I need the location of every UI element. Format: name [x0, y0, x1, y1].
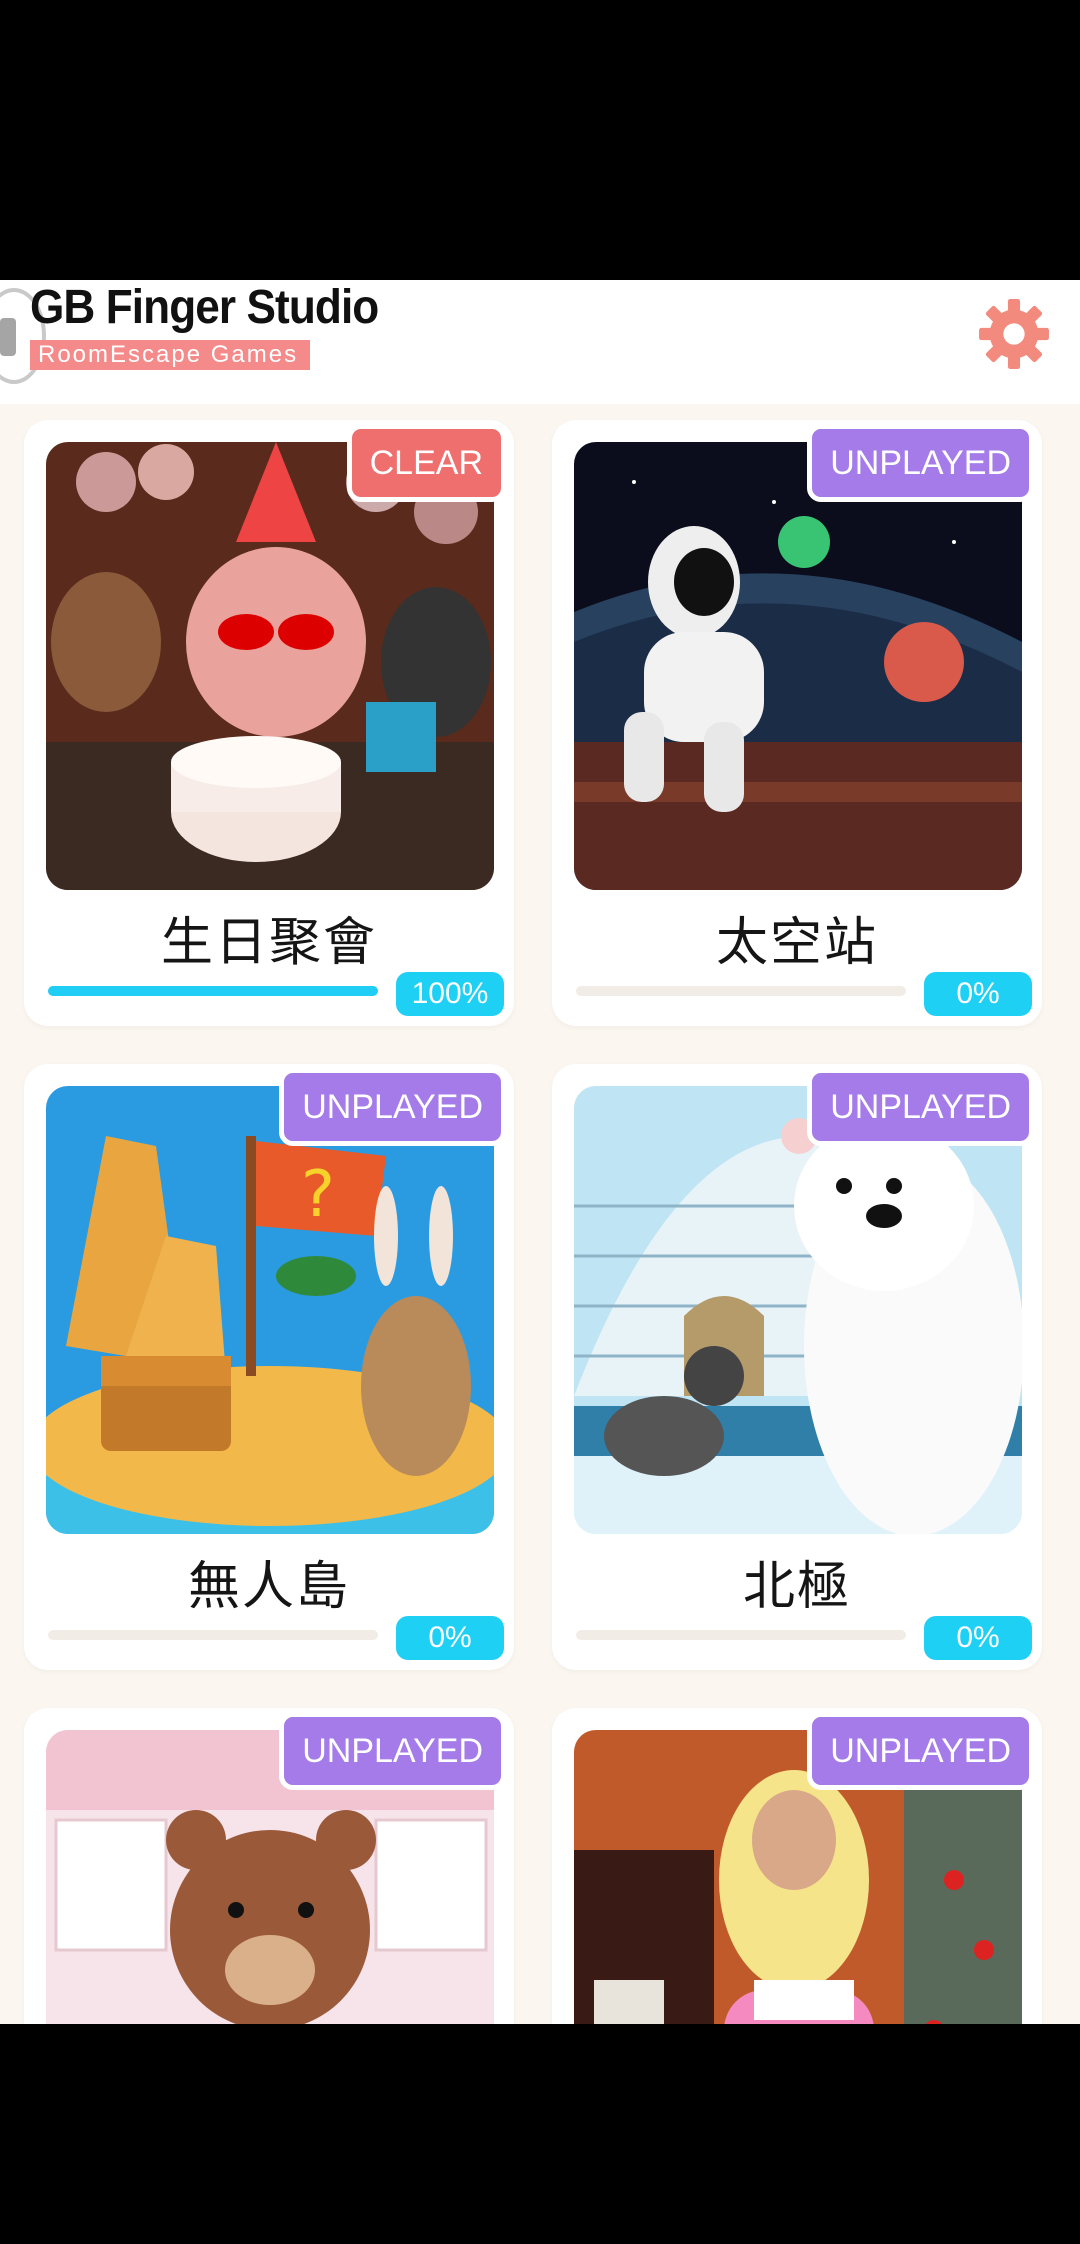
- progress-label: 0%: [396, 1616, 504, 1660]
- game-title: 生日聚會: [160, 914, 377, 972]
- app-header: GB Finger Studio RoomEscape Games: [0, 280, 1080, 404]
- progress-fill: [48, 986, 378, 996]
- progress-label: 100%: [396, 972, 504, 1016]
- progress-bar: [48, 986, 378, 996]
- gear-icon[interactable]: [976, 296, 1052, 372]
- status-badge: UNPLAYED: [807, 1068, 1034, 1146]
- status-badge: UNPLAYED: [279, 1712, 506, 1790]
- game-card-space-station[interactable]: UNPLAYED 太空站 0%: [552, 420, 1042, 1026]
- game-card-arctic[interactable]: UNPLAYED 北極 0%: [552, 1064, 1042, 1670]
- game-card-princess[interactable]: UNPLAYED: [552, 1708, 1042, 2024]
- status-badge: UNPLAYED: [807, 1712, 1034, 1790]
- status-bar: [0, 0, 1080, 280]
- game-title: 無人島: [187, 1558, 350, 1616]
- game-card-birthday[interactable]: CLEAR 生日聚會 100%: [24, 420, 514, 1026]
- game-thumbnail: [574, 1086, 1022, 1534]
- progress-label: 0%: [924, 972, 1032, 1016]
- game-title: 北極: [742, 1558, 851, 1616]
- progress-label: 0%: [924, 1616, 1032, 1660]
- status-badge: UNPLAYED: [279, 1068, 506, 1146]
- game-card-island[interactable]: ? UNPLAYED 無人島 0%: [24, 1064, 514, 1670]
- progress-bar: [576, 986, 906, 996]
- status-badge: UNPLAYED: [807, 424, 1034, 502]
- app-title: GB Finger Studio: [30, 281, 379, 334]
- game-grid: CLEAR 生日聚會 100% UNPLAYED 太空站 0% ? UNPLAY…: [0, 404, 1080, 2024]
- game-thumbnail: ?: [46, 1086, 494, 1534]
- navigation-bar: [0, 2024, 1080, 2244]
- game-title: 太空站: [715, 914, 878, 972]
- svg-text:?: ?: [301, 1158, 335, 1232]
- game-card-cosmetics[interactable]: UNPLAYED: [24, 1708, 514, 2024]
- progress-bar: [48, 1630, 378, 1640]
- game-thumbnail: [46, 442, 494, 890]
- status-badge: CLEAR: [346, 424, 506, 502]
- game-thumbnail: [574, 442, 1022, 890]
- progress-bar: [576, 1630, 906, 1640]
- app-subtitle: RoomEscape Games: [30, 340, 311, 370]
